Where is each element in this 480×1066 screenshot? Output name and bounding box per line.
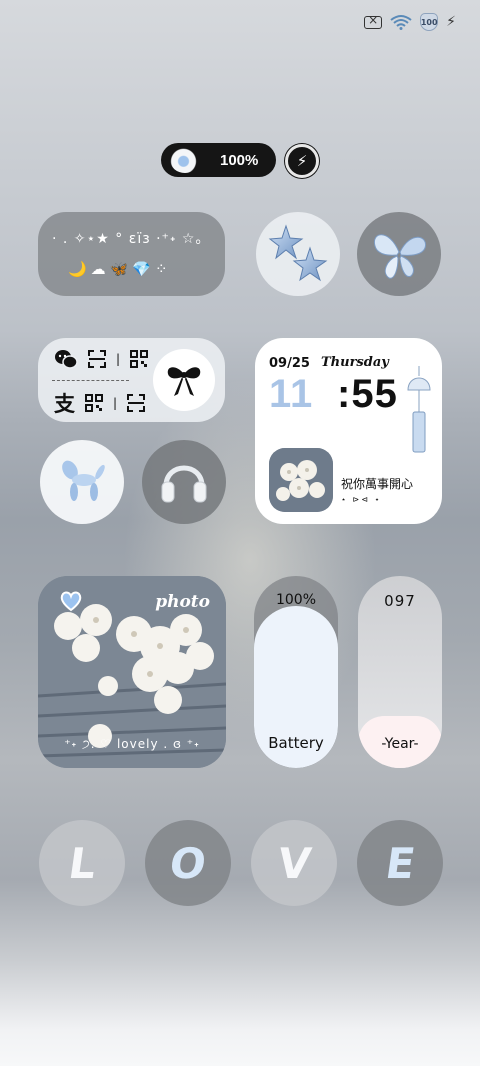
stars-icon — [268, 224, 328, 282]
decor-widget[interactable]: · . ✧⋆★ ° ɛїɜ ·⁺˖ ☆。 🌙☁🦋💎⁘ — [38, 212, 225, 296]
headphones-widget[interactable] — [142, 440, 226, 524]
qr-code-icon[interactable] — [85, 394, 103, 412]
letter-l-widget[interactable]: L — [39, 820, 125, 906]
wifi-icon — [390, 15, 412, 30]
decor-line-2: 🌙☁🦋💎⁘ — [68, 260, 172, 278]
letter-e-widget[interactable]: E — [357, 820, 443, 906]
scan-icon[interactable] — [127, 394, 146, 412]
decor-line-1: · . ✧⋆★ ° ɛїɜ ·⁺˖ ☆。 — [52, 231, 211, 247]
shortcut-divider — [52, 380, 129, 381]
wechat-icon[interactable] — [54, 348, 78, 370]
stars-widget[interactable] — [256, 212, 340, 296]
battery-pill-widget[interactable]: 100% — [161, 143, 276, 177]
photo-caption: ⁺˖ ੭. ♡ lovely . ɞ ⁺˖ — [64, 737, 200, 751]
clock-hour: 11 — [269, 372, 314, 416]
cloud-heart-icon — [170, 147, 200, 173]
photo-widget[interactable]: photo ⁺˖ ੭. ♡ lovely . ɞ ⁺˖ — [38, 576, 226, 768]
alipay-icon[interactable]: 支 — [54, 388, 75, 418]
letter-o: O — [166, 838, 210, 888]
bolt-icon[interactable]: ⚡ — [285, 144, 319, 178]
butterfly-widget[interactable] — [357, 212, 441, 296]
headphones-icon — [161, 465, 207, 503]
letter-e: E — [382, 838, 418, 888]
clock-wish-text: 祝你萬事開心 — [341, 477, 414, 491]
qr-code-icon[interactable] — [130, 350, 149, 368]
year-day-number: 097 — [384, 592, 416, 610]
battery-widget[interactable]: 100% Battery — [254, 576, 338, 768]
wechat-shortcut-row[interactable]: | — [54, 348, 149, 370]
letter-l: L — [65, 838, 99, 888]
charging-bolt-icon: ⚡ — [446, 14, 456, 30]
battery-percent: 100% — [275, 592, 317, 608]
status-bar: 100 ⚡ — [364, 12, 456, 32]
clock-minute: :55 — [337, 372, 398, 416]
clock-wish-decor: ⋆ ⊳⊲ ⋆ — [341, 495, 382, 504]
heart-icon — [60, 591, 82, 612]
photo-title: photo — [155, 592, 210, 612]
wind-chime-icon — [407, 366, 431, 453]
clock-day: Thursday — [321, 355, 389, 370]
letter-v: V — [274, 838, 314, 888]
clock-date: 09/25 — [269, 356, 310, 371]
ribbon-bow-icon — [153, 349, 215, 411]
letter-v-widget[interactable]: V — [251, 820, 337, 906]
butterfly-icon — [373, 234, 427, 279]
balloon-dog-widget[interactable] — [40, 440, 124, 524]
clock-widget[interactable]: 09/25 Thursday 11 :55 祝你萬事開心 ⋆ ⊳⊲ ⋆ — [255, 338, 442, 524]
no-sim-icon — [364, 13, 383, 29]
status-battery-level: 100 — [420, 17, 438, 27]
scan-icon[interactable] — [88, 350, 106, 368]
battery-shield-icon: 100 — [420, 13, 439, 31]
shortcut-widget[interactable]: | 支 | — [38, 338, 225, 422]
year-progress-widget[interactable]: 097 -Year- — [358, 576, 442, 768]
alipay-shortcut-row[interactable]: 支 | — [54, 388, 146, 418]
letter-o-widget[interactable]: O — [145, 820, 231, 906]
battery-pill-percent: 100% — [220, 151, 259, 169]
clock-thumbnail-image — [269, 448, 333, 512]
battery-label: Battery — [268, 734, 324, 752]
year-label: -Year- — [381, 736, 419, 752]
balloon-dog-icon — [62, 460, 105, 501]
